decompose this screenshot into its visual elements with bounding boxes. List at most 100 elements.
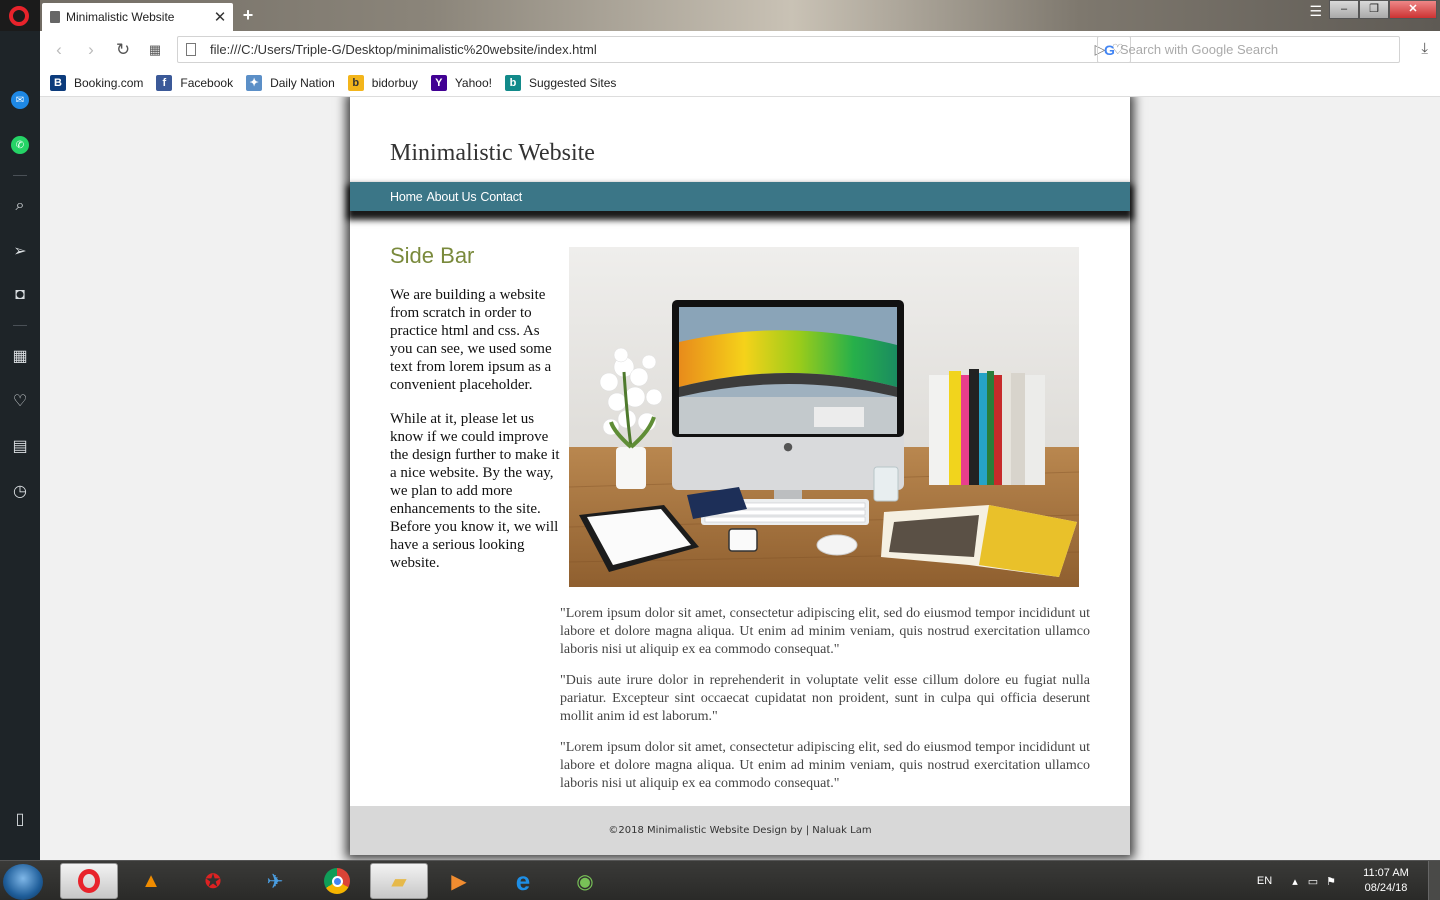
url-field[interactable]: file:///C:/Users/Triple-G/Desktop/minima… (177, 36, 1131, 63)
footer-text: ©2018 Minimalistic Website Design by | N… (608, 825, 872, 836)
language-indicator[interactable]: EN (1257, 875, 1272, 887)
taskbar-vlc[interactable]: ▲ (122, 863, 180, 899)
sidebar-divider (13, 325, 27, 326)
nav-about-link[interactable]: About Us (427, 190, 477, 204)
page-icon (186, 43, 196, 56)
sidebar-title: Side Bar (390, 243, 475, 268)
page-icon (50, 11, 60, 23)
system-tray: EN ▴ ▭ ⚑ 11:07 AM 08/24/18 (1257, 861, 1440, 900)
clock-time: 11:07 AM (1363, 867, 1409, 879)
site-nav: Home About Us Contact (350, 182, 1130, 211)
yahoo-icon: Y (430, 74, 447, 91)
bidorbuy-icon: b (347, 74, 364, 91)
svg-text:●: ● (783, 440, 793, 453)
clock-date: 08/24/18 (1364, 882, 1408, 894)
address-toolbar: ‹ › ↻ ▦ file:///C:/Users/Triple-G/Deskto… (40, 31, 1440, 69)
messenger-icon[interactable]: ✉ (0, 86, 40, 114)
search-placeholder: Search with Google Search (1119, 42, 1279, 57)
reload-button[interactable]: ↻ (112, 39, 134, 61)
search-icon[interactable]: ⌕ (0, 192, 40, 220)
content-paragraph: "Duis aute irure dolor in reprehenderit … (560, 673, 1090, 724)
back-button[interactable]: ‹ (48, 39, 70, 61)
site-footer: ©2018 Minimalistic Website Design by | N… (350, 806, 1130, 855)
start-button[interactable] (3, 864, 43, 900)
bookmark-yahoo[interactable]: Y Yahoo! (430, 74, 492, 91)
bookmark-label: Booking.com (74, 75, 144, 90)
taskbar-android-studio[interactable]: ◉ (556, 863, 614, 899)
internet-explorer-icon: e (515, 865, 531, 896)
sidebar-divider (13, 175, 27, 176)
tray-expand-icon[interactable]: ▴ (1292, 875, 1298, 888)
nav-home-link[interactable]: Home (390, 190, 423, 204)
bookmark-label: bidorbuy (371, 75, 418, 90)
taskbar-ie[interactable]: e (494, 863, 552, 899)
bookmark-label: Daily Nation (270, 75, 335, 90)
sidebar-paragraph: We are building a website from scratch i… (390, 287, 552, 393)
bookmarks-heart-icon[interactable]: ♡ (0, 387, 40, 415)
download-icon[interactable]: ⤓ (1421, 40, 1428, 57)
virus-scan-icon: ✪ (204, 870, 222, 893)
facebook-icon: f (156, 74, 173, 91)
clock[interactable]: 11:07 AM 08/24/18 (1344, 866, 1428, 896)
network-icon[interactable]: ▭ (1308, 875, 1318, 888)
google-icon: G (1104, 41, 1115, 58)
whatsapp-icon[interactable]: ✆ (0, 131, 40, 159)
taskbar-opera[interactable] (60, 863, 118, 899)
tab-menu-icon[interactable]: ☰ (1309, 3, 1322, 20)
bookmark-booking[interactable]: B Booking.com (50, 74, 144, 91)
active-tab[interactable]: Minimalistic Website ✕ (42, 3, 233, 31)
bookmark-bidorbuy[interactable]: b bidorbuy (347, 74, 418, 91)
close-tab-icon[interactable]: ✕ (207, 8, 233, 26)
sidebar-toggle-icon[interactable]: ▯ (0, 805, 40, 833)
bookmark-suggested-sites[interactable]: b Suggested Sites (504, 74, 617, 91)
new-tab-button[interactable]: + (238, 5, 258, 25)
taskbar-app[interactable]: ✪ (184, 863, 242, 899)
chrome-icon (324, 868, 350, 894)
page-viewport: Minimalistic Website Home About Us Conta… (40, 97, 1440, 860)
plane-icon: ✈ (266, 870, 284, 893)
window-controls: – ❐ ✕ (1329, 0, 1437, 19)
bookmark-label: Yahoo! (454, 75, 492, 90)
sidebar-paragraph: While at it, please let us know if we co… (390, 411, 560, 571)
folder-icon: ▰ (391, 870, 407, 893)
media-player-icon: ▶ (451, 870, 467, 893)
site-container: Minimalistic Website Home About Us Conta… (350, 97, 1130, 855)
booking-icon: B (50, 74, 66, 91)
speed-dial-icon[interactable]: ▦ (0, 342, 40, 370)
tab-title: Minimalistic Website (66, 10, 175, 24)
snapshot-icon[interactable]: ◘ (0, 281, 40, 309)
bookmark-facebook[interactable]: f Facebook (156, 74, 234, 91)
bing-icon: b (504, 74, 521, 91)
vlc-icon: ▲ (141, 869, 161, 892)
maximize-button[interactable]: ❐ (1359, 0, 1389, 19)
minimize-button[interactable]: – (1329, 0, 1359, 19)
opera-menu-button[interactable] (0, 0, 40, 31)
show-desktop-button[interactable] (1428, 861, 1440, 900)
bookmarks-bar: B Booking.com f Facebook ✦ Daily Nation … (40, 69, 1440, 97)
taskbar-media[interactable]: ▶ (430, 863, 488, 899)
content-paragraph: "Lorem ipsum dolor sit amet, consectetur… (560, 740, 1090, 791)
close-window-button[interactable]: ✕ (1389, 0, 1437, 19)
content-paragraph: "Lorem ipsum dolor sit amet, consectetur… (560, 606, 1090, 657)
hero-image: ● (569, 247, 1079, 587)
bookmark-daily-nation[interactable]: ✦ Daily Nation (246, 74, 335, 91)
news-icon[interactable]: ▤ (0, 432, 40, 460)
search-input[interactable]: G Search with Google Search (1097, 36, 1400, 63)
opera-icon (78, 869, 100, 893)
action-center-flag-icon[interactable]: ⚑ (1326, 875, 1336, 888)
speed-dial-button[interactable]: ▦ (144, 39, 166, 61)
bookmark-label: Suggested Sites (528, 75, 617, 90)
daily-nation-icon: ✦ (246, 74, 263, 91)
taskbar-chrome[interactable] (308, 863, 366, 899)
forward-button[interactable]: › (80, 39, 102, 61)
android-studio-icon: ◉ (576, 870, 594, 893)
send-icon[interactable]: ➢ (0, 237, 40, 265)
history-icon[interactable]: ◷ (0, 477, 40, 505)
windows-taskbar: ▲ ✪ ✈ ▰ ▶ e ◉ EN ▴ ▭ ⚑ 11:07 AM 08/24/18 (0, 860, 1440, 900)
opera-logo-icon (9, 6, 29, 26)
taskbar-explorer[interactable]: ▰ (370, 863, 428, 899)
site-title: Minimalistic Website (390, 140, 595, 166)
taskbar-flight[interactable]: ✈ (246, 863, 304, 899)
nav-contact-link[interactable]: Contact (480, 190, 522, 204)
bookmark-label: Facebook (180, 75, 234, 90)
